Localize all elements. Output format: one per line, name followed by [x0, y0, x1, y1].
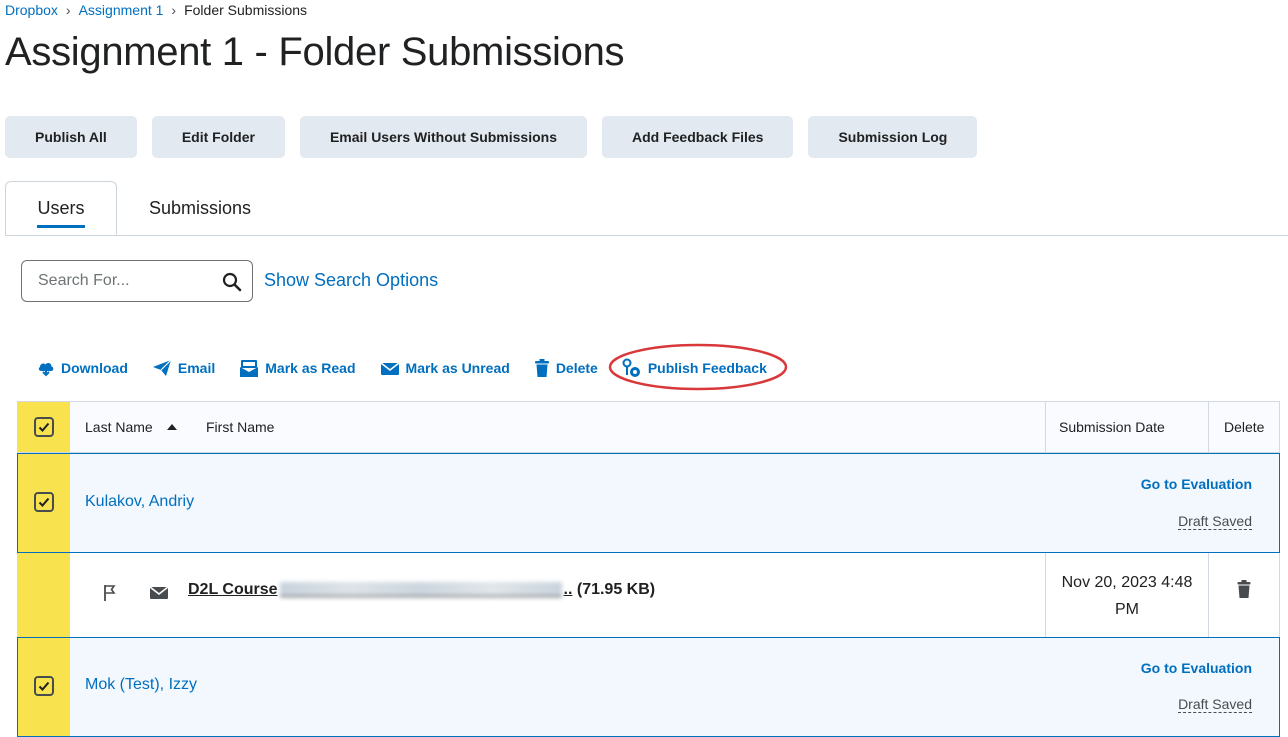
first-name-header[interactable]: First Name [206, 419, 274, 435]
envelope-open-icon [240, 360, 259, 377]
delete-action[interactable]: Delete [534, 356, 598, 380]
toolbar: Publish All Edit Folder Email Users With… [5, 116, 978, 158]
tab-submissions-label: Submissions [148, 197, 252, 218]
annotation-circle [608, 343, 788, 391]
blurred-filename [279, 582, 562, 598]
go-to-evaluation-link[interactable]: Go to Evaluation [1141, 660, 1252, 676]
breadcrumb-current: Folder Submissions [184, 2, 308, 18]
mark-as-unread-label: Mark as Unread [405, 360, 510, 376]
status-draft-saved: Draft Saved [1178, 696, 1252, 713]
file-submission-row: D2L Course.. (71.95 KB) Nov 20, 2023 4:4… [17, 553, 1280, 637]
submission-date-line1: Nov 20, 2023 4:48 [1061, 574, 1193, 591]
tab-submissions[interactable]: Submissions [135, 181, 265, 235]
row-checkbox[interactable] [34, 676, 54, 696]
tab-users-label: Users [37, 198, 85, 228]
send-icon [152, 359, 172, 376]
file-size: (71.95 KB) [576, 581, 656, 598]
user-name-link[interactable]: Mok (Test), Izzy [85, 676, 197, 694]
tab-users[interactable]: Users [5, 181, 117, 235]
select-column [18, 553, 70, 637]
breadcrumb: Dropbox › Assignment 1 › Folder Submissions [5, 2, 307, 18]
submission-date-line2: PM [1115, 601, 1139, 618]
tab-bar: Users Submissions [5, 181, 1288, 236]
mark-as-read-action[interactable]: Mark as Read [239, 356, 356, 380]
email-label: Email [177, 360, 216, 376]
trash-icon [534, 359, 549, 377]
download-action[interactable]: Download [37, 356, 128, 380]
checkmark-icon [38, 422, 50, 432]
show-search-options-link[interactable]: Show Search Options [264, 270, 438, 291]
edit-folder-button[interactable]: Edit Folder [151, 116, 285, 158]
table-row: Mok (Test), Izzy Go to Evaluation Draft … [17, 637, 1280, 737]
column-divider [1208, 402, 1209, 452]
column-divider [1045, 402, 1046, 452]
breadcrumb-separator: › [65, 2, 71, 18]
delete-label: Delete [555, 360, 598, 376]
search-input[interactable] [36, 271, 220, 291]
breadcrumb-assignment[interactable]: Assignment 1 [79, 2, 164, 18]
breadcrumb-dropbox[interactable]: Dropbox [5, 2, 58, 18]
table-row: Kulakov, Andriy Go to Evaluation Draft S… [17, 453, 1280, 553]
envelope-icon [380, 362, 400, 375]
file-name: D2L Course [188, 581, 278, 598]
mark-as-read-label: Mark as Read [265, 360, 356, 376]
mark-as-unread-action[interactable]: Mark as Unread [380, 356, 510, 380]
breadcrumb-separator: › [171, 2, 177, 18]
download-icon [38, 362, 54, 377]
delete-header: Delete [1224, 419, 1265, 435]
add-feedback-files-button[interactable]: Add Feedback Files [601, 116, 794, 158]
column-divider [1208, 553, 1209, 637]
status-draft-saved: Draft Saved [1178, 513, 1252, 530]
checkmark-icon [38, 681, 50, 691]
submission-date-header: Submission Date [1059, 419, 1165, 435]
page-title: Assignment 1 - Folder Submissions [5, 30, 625, 74]
submission-date: Nov 20, 2023 4:48 PM [1046, 569, 1208, 623]
table-header: Last Name First Name Submission Date Del… [17, 401, 1280, 453]
email-action[interactable]: Email [152, 356, 215, 380]
submission-log-button[interactable]: Submission Log [808, 116, 978, 158]
select-all-checkbox[interactable] [34, 417, 54, 437]
last-name-header[interactable]: Last Name [85, 419, 153, 435]
sort-ascending-icon[interactable] [166, 422, 178, 432]
row-checkbox[interactable] [34, 492, 54, 512]
search-icon[interactable] [222, 272, 242, 292]
submission-file-link[interactable]: D2L Course.. (71.95 KB) [188, 581, 655, 599]
publish-all-button[interactable]: Publish All [5, 116, 137, 158]
envelope-read-status-icon [149, 586, 169, 599]
download-label: Download [61, 360, 128, 376]
email-users-without-submissions-button[interactable]: Email Users Without Submissions [299, 116, 587, 158]
checkmark-icon [38, 497, 50, 507]
search-box [21, 260, 253, 302]
user-name-link[interactable]: Kulakov, Andriy [85, 493, 194, 511]
file-name-ellipsis: .. [563, 581, 573, 598]
flag-icon[interactable] [103, 584, 117, 602]
go-to-evaluation-link[interactable]: Go to Evaluation [1141, 476, 1252, 492]
trash-icon[interactable] [1237, 580, 1251, 598]
